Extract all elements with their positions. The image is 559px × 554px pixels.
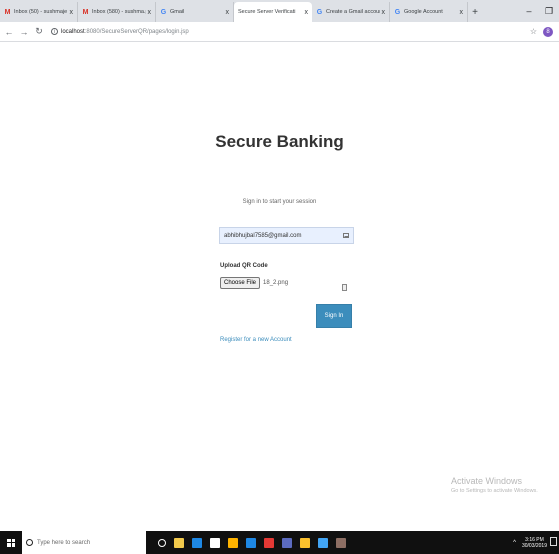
tab-secure-server[interactable]: Secure Server Verificati x [234,2,312,22]
clock-date: 30/03/2019 [521,542,547,549]
photos-icon[interactable] [264,537,274,548]
clock[interactable]: 3:16 PM 30/03/2019 [522,537,547,549]
windows-logo-icon [7,538,15,547]
profile-avatar[interactable]: 8 [543,26,553,37]
close-icon[interactable]: x [148,9,152,16]
taskbar-app-icons [154,537,350,548]
clock-time: 3:16 PM [525,536,544,543]
reload-icon[interactable]: ↻ [33,26,45,37]
browser-toolbar: ← → ↻ i localhost:8080/SecureServerQR/pa… [0,22,559,42]
file-upload-row: Choose File 18_2.png [220,277,288,289]
screen: M Inbox (50) - sushmaje x M Inbox (580) … [0,0,559,554]
watermark-title: Activate Windows [451,476,523,486]
url-path: :8080/SecureServerQR/pages/login.jsp [84,28,189,35]
start-button[interactable] [0,531,22,554]
close-icon[interactable]: x [70,9,74,16]
store-icon[interactable] [210,537,220,548]
chrome-icon[interactable] [300,537,310,548]
chrome-like-icon[interactable] [246,537,256,548]
task-view-icon[interactable] [158,538,166,547]
email-field[interactable]: abhibhujbal7585@gmail.com [219,227,354,244]
watermark-subtitle: Go to Settings to activate Windows. [451,488,538,494]
tab-inbox-580[interactable]: M Inbox (580) - sushma.p x [78,2,156,22]
info-icon[interactable]: i [51,28,58,35]
tab-strip: M Inbox (50) - sushmaje x M Inbox (580) … [0,0,559,22]
choose-file-button[interactable]: Choose File [220,277,261,289]
activate-windows-watermark: Activate Windows Go to Settings to activ… [451,476,538,494]
restore-icon[interactable]: ❐ [539,6,559,17]
taskbar-search[interactable]: Type here to search [22,531,146,554]
file-explorer-icon[interactable] [174,537,184,548]
qr-code-label: Upload QR Code [220,263,268,269]
calendar-icon[interactable] [282,537,292,548]
tab-gmail[interactable]: G Gmail x [156,2,234,22]
address-bar[interactable]: i localhost:8080/SecureServerQR/pages/lo… [51,25,530,39]
selected-file-name: 18_2.png [263,280,289,286]
tab-create-gmail[interactable]: G Create a Gmail account x [312,2,390,22]
envelope-icon [343,233,349,238]
back-arrow-icon[interactable]: ← [3,27,15,37]
new-tab-button[interactable]: + [468,2,482,22]
file-icon [342,284,347,291]
tab-google-account[interactable]: G Google Account x [390,2,468,22]
bookmark-star-icon[interactable]: ☆ [530,27,537,36]
system-tray: ^ 3:16 PM 30/03/2019 [513,531,547,554]
chevron-up-icon[interactable]: ^ [513,540,516,546]
login-subtitle: Sign in to start your session [242,199,317,205]
tab-title: Create a Gmail account [326,9,380,15]
edge-icon[interactable] [192,537,202,548]
page-content: Secure Banking Sign in to start your ses… [0,43,559,531]
google-icon: G [160,8,167,16]
tab-inbox-50[interactable]: M Inbox (50) - sushmaje x [0,2,78,22]
page-title: Secure Banking [215,132,344,151]
tab-title: Google Account [404,9,443,15]
close-icon[interactable]: x [460,9,464,16]
winamp-icon[interactable] [228,537,238,548]
email-value: abhibhujbal7585@gmail.com [224,232,302,239]
google-icon: G [394,8,401,16]
gimp-icon[interactable] [336,537,346,548]
search-placeholder: Type here to search [37,539,91,546]
close-icon[interactable]: x [382,9,386,16]
tab-title: Inbox (580) - sushma.p [92,9,146,15]
tab-title: Gmail [170,9,185,15]
tools-icon[interactable] [318,537,328,548]
register-link[interactable]: Register for a new Account [220,337,292,343]
window-controls: – ❐ [519,0,559,22]
tab-title: Inbox (50) - sushmaje [14,9,68,15]
tab-title: Secure Server Verificati [238,9,296,15]
taskbar: Type here to search [0,531,559,554]
sign-in-button[interactable]: Sign In [316,304,352,328]
minimize-icon[interactable]: – [519,6,539,16]
close-icon[interactable]: x [305,9,309,16]
gmail-icon: M [82,8,89,16]
google-icon: G [316,8,323,16]
gmail-icon: M [4,8,11,16]
cortana-icon [26,539,33,546]
close-icon[interactable]: x [226,9,230,16]
notification-icon[interactable] [550,537,557,546]
forward-arrow-icon[interactable]: → [18,27,30,37]
url-host: localhost [61,28,85,35]
